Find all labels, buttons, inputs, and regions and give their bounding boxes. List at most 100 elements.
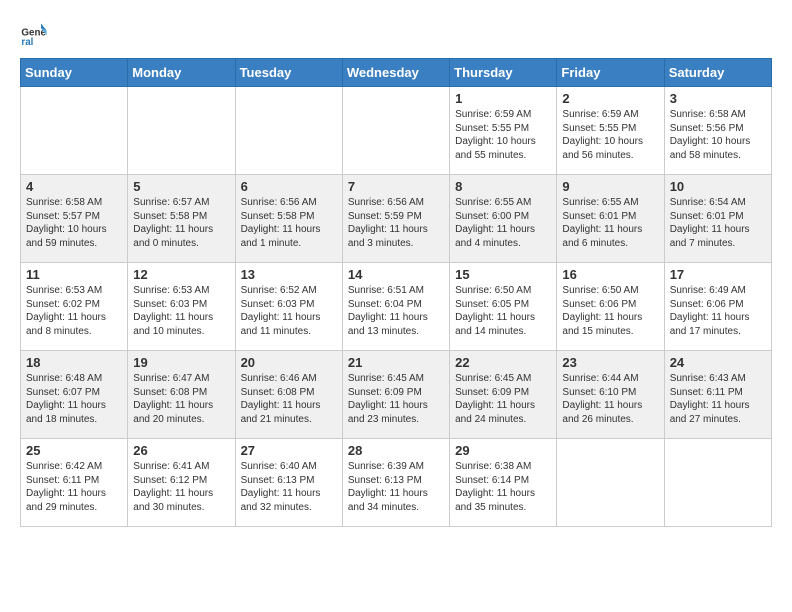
weekday-header-wednesday: Wednesday [342, 59, 449, 87]
day-number: 15 [455, 267, 551, 282]
calendar-cell: 10 Sunrise: 6:54 AM Sunset: 6:01 PM Dayli… [664, 175, 771, 263]
calendar-cell [21, 87, 128, 175]
calendar-cell: 9 Sunrise: 6:55 AM Sunset: 6:01 PM Daylig… [557, 175, 664, 263]
calendar-cell: 17 Sunrise: 6:49 AM Sunset: 6:06 PM Dayli… [664, 263, 771, 351]
logo-icon: Gene ral [20, 20, 48, 48]
day-info: Sunrise: 6:45 AM Sunset: 6:09 PM Dayligh… [455, 372, 551, 426]
logo: Gene ral [20, 20, 52, 48]
day-number: 6 [241, 179, 337, 194]
calendar-cell: 11 Sunrise: 6:53 AM Sunset: 6:02 PM Dayli… [21, 263, 128, 351]
day-info: Sunrise: 6:41 AM Sunset: 6:12 PM Dayligh… [133, 460, 229, 514]
calendar-cell [664, 439, 771, 527]
calendar-cell: 14 Sunrise: 6:51 AM Sunset: 6:04 PM Dayli… [342, 263, 449, 351]
day-number: 27 [241, 443, 337, 458]
day-info: Sunrise: 6:38 AM Sunset: 6:14 PM Dayligh… [455, 460, 551, 514]
day-number: 24 [670, 355, 766, 370]
day-info: Sunrise: 6:55 AM Sunset: 6:00 PM Dayligh… [455, 196, 551, 250]
svg-text:ral: ral [21, 37, 33, 48]
day-number: 11 [26, 267, 122, 282]
day-number: 7 [348, 179, 444, 194]
day-number: 20 [241, 355, 337, 370]
calendar-cell: 7 Sunrise: 6:56 AM Sunset: 5:59 PM Daylig… [342, 175, 449, 263]
day-number: 5 [133, 179, 229, 194]
calendar-cell: 2Sunrise: 6:59 AM Sunset: 5:55 PM Daylig… [557, 87, 664, 175]
weekday-header-monday: Monday [128, 59, 235, 87]
calendar-cell: 21 Sunrise: 6:45 AM Sunset: 6:09 PM Dayli… [342, 351, 449, 439]
calendar-table: SundayMondayTuesdayWednesdayThursdayFrid… [20, 58, 772, 527]
calendar-cell: 16 Sunrise: 6:50 AM Sunset: 6:06 PM Dayli… [557, 263, 664, 351]
calendar-cell: 8 Sunrise: 6:55 AM Sunset: 6:00 PM Daylig… [450, 175, 557, 263]
calendar-cell: 26 Sunrise: 6:41 AM Sunset: 6:12 PM Dayli… [128, 439, 235, 527]
calendar-cell: 12 Sunrise: 6:53 AM Sunset: 6:03 PM Dayli… [128, 263, 235, 351]
day-info: Sunrise: 6:49 AM Sunset: 6:06 PM Dayligh… [670, 284, 766, 338]
weekday-header-tuesday: Tuesday [235, 59, 342, 87]
day-number: 23 [562, 355, 658, 370]
day-info: Sunrise: 6:40 AM Sunset: 6:13 PM Dayligh… [241, 460, 337, 514]
day-info: Sunrise: 6:55 AM Sunset: 6:01 PM Dayligh… [562, 196, 658, 250]
weekday-header-saturday: Saturday [664, 59, 771, 87]
calendar-cell [128, 87, 235, 175]
day-info: Sunrise: 6:59 AM Sunset: 5:55 PM Dayligh… [455, 108, 551, 162]
day-number: 10 [670, 179, 766, 194]
day-info: Sunrise: 6:52 AM Sunset: 6:03 PM Dayligh… [241, 284, 337, 338]
day-info: Sunrise: 6:53 AM Sunset: 6:02 PM Dayligh… [26, 284, 122, 338]
weekday-header-friday: Friday [557, 59, 664, 87]
day-info: Sunrise: 6:39 AM Sunset: 6:13 PM Dayligh… [348, 460, 444, 514]
calendar-cell [235, 87, 342, 175]
day-number: 21 [348, 355, 444, 370]
day-number: 29 [455, 443, 551, 458]
day-number: 9 [562, 179, 658, 194]
calendar-cell: 6 Sunrise: 6:56 AM Sunset: 5:58 PM Daylig… [235, 175, 342, 263]
day-info: Sunrise: 6:59 AM Sunset: 5:55 PM Dayligh… [562, 108, 658, 162]
day-number: 22 [455, 355, 551, 370]
day-info: Sunrise: 6:48 AM Sunset: 6:07 PM Dayligh… [26, 372, 122, 426]
day-info: Sunrise: 6:53 AM Sunset: 6:03 PM Dayligh… [133, 284, 229, 338]
day-info: Sunrise: 6:43 AM Sunset: 6:11 PM Dayligh… [670, 372, 766, 426]
calendar-cell: 27 Sunrise: 6:40 AM Sunset: 6:13 PM Dayli… [235, 439, 342, 527]
calendar-cell: 20 Sunrise: 6:46 AM Sunset: 6:08 PM Dayli… [235, 351, 342, 439]
day-number: 8 [455, 179, 551, 194]
day-info: Sunrise: 6:54 AM Sunset: 6:01 PM Dayligh… [670, 196, 766, 250]
calendar-cell [557, 439, 664, 527]
calendar-cell: 13 Sunrise: 6:52 AM Sunset: 6:03 PM Dayli… [235, 263, 342, 351]
day-number: 3 [670, 91, 766, 106]
calendar-cell: 1 Sunrise: 6:59 AM Sunset: 5:55 PM Daylig… [450, 87, 557, 175]
day-number: 18 [26, 355, 122, 370]
day-number: 26 [133, 443, 229, 458]
day-number: 4 [26, 179, 122, 194]
day-number: 25 [26, 443, 122, 458]
day-info: Sunrise: 6:57 AM Sunset: 5:58 PM Dayligh… [133, 196, 229, 250]
day-info: Sunrise: 6:58 AM Sunset: 5:57 PM Dayligh… [26, 196, 122, 250]
header: Gene ral [20, 20, 772, 48]
day-info: Sunrise: 6:58 AM Sunset: 5:56 PM Dayligh… [670, 108, 766, 162]
calendar-cell: 24 Sunrise: 6:43 AM Sunset: 6:11 PM Dayli… [664, 351, 771, 439]
day-info: Sunrise: 6:51 AM Sunset: 6:04 PM Dayligh… [348, 284, 444, 338]
day-number: 16 [562, 267, 658, 282]
calendar-cell: 25 Sunrise: 6:42 AM Sunset: 6:11 PM Dayli… [21, 439, 128, 527]
day-number: 13 [241, 267, 337, 282]
calendar-cell: 5 Sunrise: 6:57 AM Sunset: 5:58 PM Daylig… [128, 175, 235, 263]
calendar-cell: 3 Sunrise: 6:58 AM Sunset: 5:56 PM Daylig… [664, 87, 771, 175]
day-number: 17 [670, 267, 766, 282]
calendar-cell: 4 Sunrise: 6:58 AM Sunset: 5:57 PM Daylig… [21, 175, 128, 263]
day-number: 19 [133, 355, 229, 370]
calendar-cell: 18 Sunrise: 6:48 AM Sunset: 6:07 PM Dayli… [21, 351, 128, 439]
calendar-cell: 19 Sunrise: 6:47 AM Sunset: 6:08 PM Dayli… [128, 351, 235, 439]
day-number: 14 [348, 267, 444, 282]
day-number: 28 [348, 443, 444, 458]
day-info: Sunrise: 6:56 AM Sunset: 5:58 PM Dayligh… [241, 196, 337, 250]
weekday-header-sunday: Sunday [21, 59, 128, 87]
calendar-cell: 23 Sunrise: 6:44 AM Sunset: 6:10 PM Dayli… [557, 351, 664, 439]
calendar-cell [342, 87, 449, 175]
day-number: 12 [133, 267, 229, 282]
day-info: Sunrise: 6:50 AM Sunset: 6:05 PM Dayligh… [455, 284, 551, 338]
day-number: 1 [455, 91, 551, 106]
day-info: Sunrise: 6:50 AM Sunset: 6:06 PM Dayligh… [562, 284, 658, 338]
day-info: Sunrise: 6:46 AM Sunset: 6:08 PM Dayligh… [241, 372, 337, 426]
day-info: Sunrise: 6:56 AM Sunset: 5:59 PM Dayligh… [348, 196, 444, 250]
day-info: Sunrise: 6:45 AM Sunset: 6:09 PM Dayligh… [348, 372, 444, 426]
day-info: Sunrise: 6:47 AM Sunset: 6:08 PM Dayligh… [133, 372, 229, 426]
day-info: Sunrise: 6:44 AM Sunset: 6:10 PM Dayligh… [562, 372, 658, 426]
weekday-header-thursday: Thursday [450, 59, 557, 87]
day-info: Sunrise: 6:42 AM Sunset: 6:11 PM Dayligh… [26, 460, 122, 514]
